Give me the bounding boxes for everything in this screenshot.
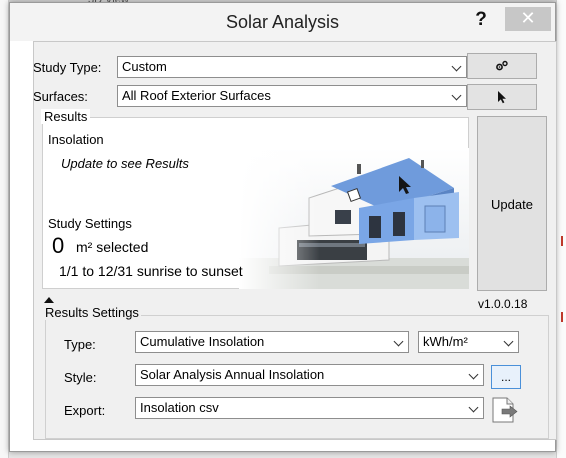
insolation-label: Insolation [48,132,104,147]
surfaces-value: All Roof Exterior Surfaces [122,88,271,103]
export-label: Export: [64,403,106,418]
export-button[interactable] [490,396,520,424]
export-file-icon [492,397,518,423]
chevron-down-icon [393,336,404,347]
display-style-select[interactable]: Solar Analysis Annual Insolation [135,364,484,386]
building-preview-image [239,148,469,289]
solar-analysis-dialog: Solar Analysis ? ✕ Study Type: Custom Su… [9,2,557,452]
surfaces-select[interactable]: All Roof Exterior Surfaces [117,85,467,107]
analysis-date-range: 1/1 to 12/31 sunrise to sunset [59,263,243,279]
study-type-value: Custom [122,59,167,74]
background-marker [561,312,566,322]
export-format-value: Insolation csv [140,400,219,415]
surfaces-label: Surfaces: [33,89,88,104]
collapse-arrow-icon[interactable] [44,297,54,303]
style-label: Style: [64,370,97,385]
pick-surfaces-button[interactable] [467,84,537,110]
chevron-down-icon [468,402,479,413]
background-marker [561,236,566,246]
chevron-down-icon [451,61,462,72]
update-button[interactable]: Update [477,116,547,291]
study-type-label: Study Type: [33,60,102,75]
selected-area-value: 0 [52,233,65,258]
update-prompt-text: Update to see Results [61,156,189,171]
result-type-select[interactable]: Cumulative Insolation [135,331,409,353]
display-style-value: Solar Analysis Annual Insolation [140,367,325,382]
background-right-panel [556,0,566,458]
cursor-arrow-icon [498,91,506,104]
unit-value: kWh/m² [423,334,468,349]
background-left-panel [0,0,9,458]
chevron-down-icon [451,90,462,101]
results-settings-label: Results Settings [43,305,141,320]
selected-area-unit: m² selected [76,239,149,255]
chevron-down-icon [503,336,514,347]
chevron-down-icon [468,369,479,380]
version-label: v1.0.0.18 [478,297,528,311]
export-format-select[interactable]: Insolation csv [135,397,484,419]
gear-icon [496,60,508,71]
unit-select[interactable]: kWh/m² [418,331,519,353]
study-type-select[interactable]: Custom [117,56,467,78]
close-icon: ✕ [520,8,536,28]
close-button[interactable]: ✕ [505,7,551,31]
study-settings-button[interactable] [467,53,537,79]
help-button[interactable]: ? [468,7,494,33]
type-label: Type: [64,337,96,352]
result-type-value: Cumulative Insolation [140,334,265,349]
results-group-label: Results [41,109,91,124]
study-settings-label: Study Settings [48,216,132,231]
edit-style-button[interactable]: ... [491,365,521,389]
